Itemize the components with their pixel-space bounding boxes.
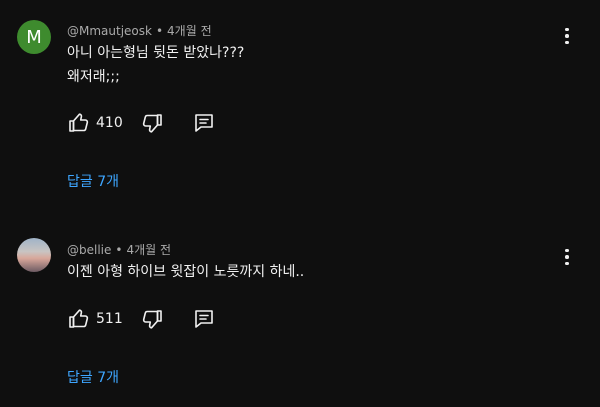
comment-actions: 410 [67,111,216,135]
like-count: 410 [96,115,123,131]
reply-icon[interactable] [192,111,216,135]
more-vert-icon[interactable] [555,24,579,48]
comment-time[interactable]: 4개월 전 [167,24,212,38]
like-count: 511 [96,311,123,327]
comment-meta: @bellie • 4개월 전 [67,241,171,258]
comment-line: 아니 아는형님 뒷돈 받았나??? [67,45,245,61]
comment-line: 왜저래;;; [67,69,120,85]
comment-actions: 511 [67,307,216,331]
view-replies-link[interactable]: 답글 7개 [67,367,119,387]
comment-meta: @Mmautjeosk • 4개월 전 [67,22,212,39]
view-replies-link[interactable]: 답글 7개 [67,171,119,191]
more-vert-icon[interactable] [555,245,579,269]
separator: • [115,243,123,257]
comment-thread: M @Mmautjeosk • 4개월 전 아니 아는형님 뒷돈 받았나??? 왜저… [0,0,600,200]
comment-thread: @bellie • 4개월 전 이젠 아형 하이브 윗잡이 노릇까지 하네.. 51… [0,232,600,407]
separator: • [155,24,164,38]
comment-text: 이젠 아형 하이브 윗잡이 노릇까지 하네.. [67,260,304,284]
like-icon[interactable] [67,307,91,331]
author-name[interactable]: @Mmautjeosk [67,24,152,38]
comment-time[interactable]: 4개월 전 [126,243,171,257]
like-icon[interactable] [67,111,91,135]
avatar[interactable] [17,238,51,272]
comment-line: 이젠 아형 하이브 윗잡이 노릇까지 하네.. [67,264,305,280]
dislike-icon[interactable] [140,307,164,331]
avatar-letter: M [26,26,42,48]
reply-icon[interactable] [192,307,216,331]
avatar[interactable]: M [17,20,51,54]
dislike-icon[interactable] [140,111,164,135]
comment-text: 아니 아는형님 뒷돈 받았나??? 왜저래;;; [67,41,244,89]
author-name[interactable]: @bellie [67,243,111,257]
